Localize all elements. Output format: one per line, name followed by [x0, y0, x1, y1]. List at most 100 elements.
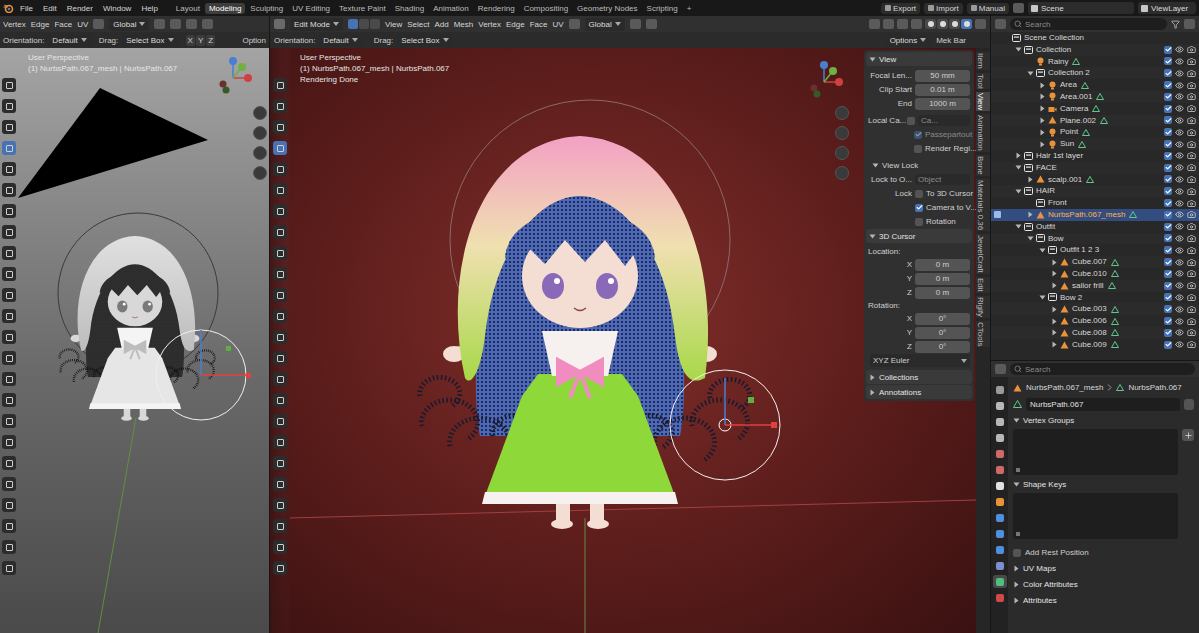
checkbox[interactable]	[914, 131, 922, 139]
properties-tab[interactable]	[993, 399, 1007, 412]
header-menu[interactable]: Face	[530, 19, 548, 30]
workspace-tab[interactable]: Shading	[391, 3, 428, 14]
collapsed-arrow-icon[interactable]	[1027, 211, 1034, 218]
eye-icon[interactable]	[1175, 45, 1184, 54]
checkbox[interactable]	[1164, 293, 1172, 301]
menu-item[interactable]: Window	[99, 3, 135, 14]
checkbox[interactable]	[1164, 128, 1172, 136]
checkbox[interactable]	[915, 204, 923, 212]
workspace-tab[interactable]: UV Editing	[288, 3, 334, 14]
checkbox[interactable]	[1164, 187, 1172, 195]
tool-button[interactable]	[273, 372, 287, 386]
mode-dropdown[interactable]: Edit Mode	[290, 18, 343, 31]
rotation-mode-dropdown[interactable]: XYZ Euler	[870, 354, 970, 367]
outliner-row[interactable]: NurbsPath.067_mesh	[991, 209, 1199, 221]
expanded-arrow-icon[interactable]	[1039, 247, 1046, 254]
outliner-row[interactable]: Collection 2	[991, 67, 1199, 79]
header-menu[interactable]: Mesh	[454, 19, 474, 30]
render-camera-icon[interactable]	[1187, 187, 1196, 196]
properties-tab[interactable]	[993, 575, 1007, 588]
edit-mode-icon[interactable]	[994, 211, 1001, 218]
tool-button[interactable]	[2, 141, 16, 155]
nav-button-icon[interactable]	[835, 106, 849, 120]
nav-button-icon[interactable]	[253, 146, 267, 160]
tool-button[interactable]	[273, 204, 287, 218]
eye-icon[interactable]	[1175, 163, 1184, 172]
check-row[interactable]: Add Rest Position	[1013, 546, 1194, 559]
render-camera-icon[interactable]	[1187, 81, 1196, 90]
collapsed-arrow-icon[interactable]	[1013, 597, 1020, 604]
checkbox[interactable]	[1164, 57, 1172, 65]
render-camera-icon[interactable]	[1187, 140, 1196, 149]
editor-type-icon[interactable]	[274, 19, 285, 29]
list-resize-icon[interactable]	[1016, 468, 1020, 472]
eye-icon[interactable]	[1175, 199, 1184, 208]
render-camera-icon[interactable]	[1187, 69, 1196, 78]
checkbox[interactable]	[1164, 93, 1172, 101]
axis-button[interactable]: Z	[206, 35, 215, 46]
header-menu[interactable]: View	[385, 19, 402, 30]
lock-check-row[interactable]: LockTo 3D Cursor	[868, 187, 970, 200]
panel-header[interactable]: Annotations	[866, 385, 972, 399]
shading-mode-button[interactable]	[949, 19, 960, 29]
field-value[interactable]: 1000 m	[915, 98, 970, 110]
collapsed-arrow-icon[interactable]	[1051, 259, 1058, 266]
outliner-row[interactable]: Bow 2	[991, 292, 1199, 304]
xray-icon[interactable]	[911, 19, 922, 29]
tool-button[interactable]	[273, 183, 287, 197]
tool-button[interactable]	[273, 435, 287, 449]
tool-button[interactable]	[2, 393, 16, 407]
tool-button[interactable]	[2, 120, 16, 134]
render-camera-icon[interactable]	[1187, 57, 1196, 66]
field-value[interactable]: 0°	[915, 341, 970, 353]
outliner-row[interactable]: Point	[991, 126, 1199, 138]
render-camera-icon[interactable]	[1187, 293, 1196, 302]
eye-icon[interactable]	[1175, 328, 1184, 337]
nav-button-icon[interactable]	[253, 106, 267, 120]
top-button[interactable]: Manual	[967, 3, 1009, 14]
render-camera-icon[interactable]	[1187, 258, 1196, 267]
tool-button[interactable]	[2, 414, 16, 428]
panel-header[interactable]: Attributes	[1013, 594, 1194, 607]
tool-button[interactable]	[273, 498, 287, 512]
header-menu[interactable]: Vertex	[478, 19, 501, 30]
render-camera-icon[interactable]	[1187, 116, 1196, 125]
panel-header[interactable]: Color Attributes	[1013, 578, 1194, 591]
tool-button[interactable]	[273, 561, 287, 575]
field-value[interactable]: 0 m	[915, 273, 970, 285]
tool-button[interactable]	[273, 267, 287, 281]
sidebar-tab[interactable]: Edit	[976, 277, 990, 293]
pivot-icon[interactable]	[569, 19, 580, 29]
eye-icon[interactable]	[1175, 81, 1184, 90]
tool-button[interactable]	[273, 120, 287, 134]
tool-button[interactable]	[273, 477, 287, 491]
outliner-row[interactable]: Cube.003	[991, 303, 1199, 315]
tool-button[interactable]	[2, 351, 16, 365]
checkbox[interactable]	[1164, 46, 1172, 54]
tool-button[interactable]	[2, 540, 16, 554]
render-camera-icon[interactable]	[1187, 317, 1196, 326]
collapsed-arrow-icon[interactable]	[1013, 565, 1020, 572]
collapsed-arrow-icon[interactable]	[1051, 341, 1058, 348]
eye-icon[interactable]	[1175, 116, 1184, 125]
collapsed-arrow-icon[interactable]	[1027, 176, 1034, 183]
checkbox[interactable]	[1164, 282, 1172, 290]
header-menu[interactable]: Edge	[506, 19, 525, 30]
field-value[interactable]: 0 m	[915, 259, 970, 271]
render-camera-icon[interactable]	[1187, 151, 1196, 160]
outliner-row[interactable]: Area	[991, 79, 1199, 91]
sidebar-tab[interactable]: CTools	[976, 321, 990, 347]
collapsed-arrow-icon[interactable]	[1013, 581, 1020, 588]
eye-icon[interactable]	[1175, 258, 1184, 267]
eye-icon[interactable]	[1175, 69, 1184, 78]
render-camera-icon[interactable]	[1187, 210, 1196, 219]
overlay-icon[interactable]	[897, 19, 908, 29]
list-box[interactable]	[1013, 429, 1178, 475]
render-camera-icon[interactable]	[1187, 246, 1196, 255]
outliner-search[interactable]: Search	[1010, 18, 1167, 30]
transform-orientation-dropdown[interactable]: Global	[109, 18, 149, 31]
options-dropdown[interactable]: Options	[886, 34, 931, 47]
collapsed-arrow-icon[interactable]	[1039, 82, 1046, 89]
eye-icon[interactable]	[1175, 222, 1184, 231]
tool-button[interactable]	[2, 162, 16, 176]
